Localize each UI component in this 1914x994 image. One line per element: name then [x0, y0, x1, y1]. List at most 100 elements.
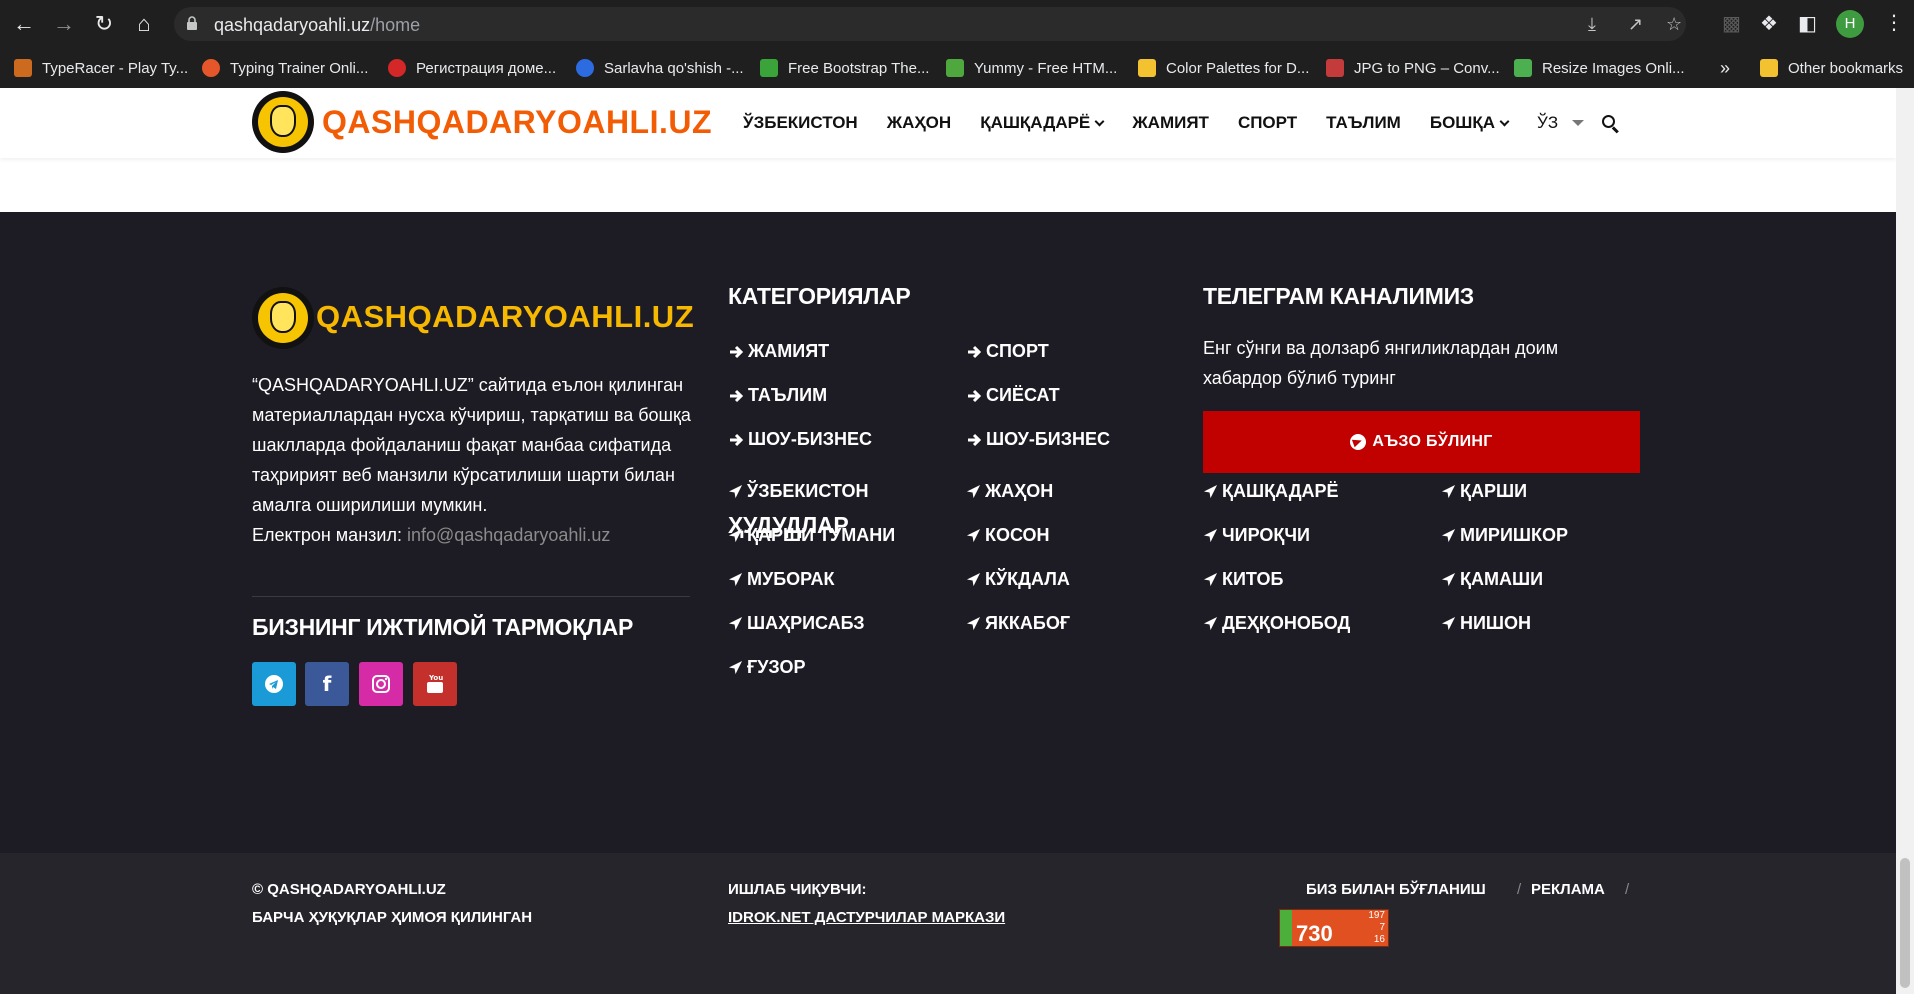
caret-down-icon	[1572, 120, 1585, 126]
join-telegram-button[interactable]: АЪЗО БЎЛИНГ	[1203, 411, 1640, 473]
home-icon[interactable]: ⌂	[130, 10, 158, 38]
region-link[interactable]: ҚАМАШИ	[1441, 569, 1543, 590]
bookmark-item[interactable]: Sarlavha qo'shish -...	[576, 48, 744, 88]
address-bar[interactable]: qashqadaryoahli.uz/home ⤓ ↗ ☆	[174, 7, 1686, 41]
bookmark-item[interactable]: Resize Images Onli...	[1514, 48, 1685, 88]
category-link[interactable]: ЖАМИЯТ	[728, 341, 829, 362]
bookmark-item[interactable]: Регистрация доме...	[388, 48, 556, 88]
footer-email-link[interactable]: info@qashqadaryoahli.uz	[407, 525, 610, 545]
telegram-icon	[265, 675, 283, 693]
side-panel-icon[interactable]: ◧	[1798, 11, 1817, 36]
bookmark-item[interactable]: Color Palettes for D...	[1138, 48, 1309, 88]
footer-lion-logo-icon[interactable]	[252, 287, 314, 349]
region-link[interactable]: ҚАШҚАДАРЁ	[1203, 481, 1339, 502]
region-link[interactable]: КЎКДАЛА	[966, 569, 1070, 590]
install-app-icon[interactable]: ⤓	[1588, 14, 1596, 35]
region-link[interactable]: МИРИШКОР	[1441, 525, 1568, 546]
other-bookmarks[interactable]: Other bookmarks	[1760, 48, 1903, 88]
region-link[interactable]: ЯККАБОҒ	[966, 613, 1070, 634]
contact-link[interactable]: БИЗ БИЛАН БЎҒЛАНИШ	[1306, 881, 1486, 898]
bookmark-star-icon[interactable]: ☆	[1666, 14, 1682, 35]
reload-icon[interactable]: ↻	[90, 10, 118, 38]
bookmark-item[interactable]: TypeRacer - Play Ty...	[14, 48, 188, 88]
bookmark-favicon-icon	[1138, 59, 1156, 77]
chevron-down-icon	[1094, 116, 1105, 126]
region-link[interactable]: ҒУЗОР	[728, 657, 805, 678]
facebook-social-button[interactable]: f	[305, 662, 349, 706]
location-arrow-icon	[1441, 616, 1456, 631]
category-link[interactable]: СИЁСАТ	[966, 385, 1060, 406]
menu-dots-icon[interactable]: ⋮	[1884, 10, 1904, 35]
developer-link[interactable]: IDROK.NET ДАСТУРЧИЛАР МАРКАЗИ	[728, 909, 1005, 926]
nav-item-kashkadarya[interactable]: ҚАШҚАДАРЁ	[980, 113, 1105, 133]
scrollbar-thumb[interactable]	[1900, 858, 1910, 988]
footer-logo-text[interactable]: QASHQADARYOAHLI.UZ	[316, 299, 694, 335]
arrow-right-icon	[968, 389, 982, 402]
category-link[interactable]: ШОУ-БИЗНЕС	[966, 429, 1110, 450]
categories-title: КАТЕГОРИЯЛАР	[728, 283, 911, 309]
site-logo-text[interactable]: QASHQADARYOAHLI.UZ	[322, 104, 712, 141]
developer-label: ИШЛАБ ЧИҚУВЧИ:	[728, 881, 867, 898]
footer-about-text: “QASHQADARYOAHLI.UZ” сайтида еълон қилин…	[252, 375, 691, 545]
forward-icon[interactable]: →	[50, 10, 78, 38]
nav-item-society[interactable]: ЖАМИЯТ	[1132, 113, 1209, 133]
instagram-icon	[372, 675, 390, 693]
bookmark-item[interactable]: Yummy - Free HTM...	[946, 48, 1117, 88]
bookmark-item[interactable]: Typing Trainer Onli...	[202, 48, 368, 88]
region-link[interactable]: НИШОН	[1441, 613, 1531, 634]
category-link[interactable]: ТАЪЛИМ	[728, 385, 827, 406]
location-arrow-icon	[728, 528, 743, 543]
language-select[interactable]: ЎЗ	[1537, 113, 1585, 133]
arrow-right-icon	[968, 345, 982, 358]
region-link[interactable]: МУБОРАК	[728, 569, 835, 590]
url-text: qashqadaryoahli.uz/home	[214, 15, 421, 35]
nav-item-sport[interactable]: СПОРТ	[1238, 113, 1297, 133]
location-arrow-icon	[966, 528, 981, 543]
category-link[interactable]: СПОРТ	[966, 341, 1049, 362]
region-link[interactable]: ЧИРОҚЧИ	[1203, 525, 1310, 546]
region-link[interactable]: ДЕҲҚОНОБОД	[1203, 613, 1350, 634]
location-arrow-icon	[1441, 528, 1456, 543]
profile-avatar[interactable]: H	[1836, 10, 1864, 38]
region-link[interactable]: ҚАРШИ ТУМАНИ	[728, 525, 895, 546]
region-link[interactable]: КИТОБ	[1203, 569, 1283, 590]
location-arrow-icon	[966, 572, 981, 587]
telegram-social-button[interactable]	[252, 662, 296, 706]
footer-divider	[252, 596, 690, 597]
bookmark-favicon-icon	[388, 59, 406, 77]
advertising-link[interactable]: РЕКЛАМА	[1531, 881, 1605, 898]
region-link[interactable]: ШАҲРИСАБЗ	[728, 613, 865, 634]
back-icon[interactable]: ←	[10, 10, 38, 38]
bookmark-item[interactable]: JPG to PNG – Conv...	[1326, 48, 1500, 88]
search-icon[interactable]	[1602, 114, 1619, 133]
separator: /	[1625, 881, 1630, 898]
location-arrow-icon	[728, 572, 743, 587]
region-link[interactable]: ҚАРШИ	[1441, 481, 1527, 502]
page-scrollbar[interactable]	[1896, 88, 1914, 994]
more-bookmarks-button[interactable]: »	[1720, 48, 1730, 88]
bookmark-favicon-icon	[1514, 59, 1532, 77]
nav-item-other[interactable]: БОШҚА	[1430, 113, 1510, 133]
share-icon[interactable]: ↗	[1628, 14, 1643, 35]
arrow-right-icon	[730, 389, 744, 402]
svg-text:You: You	[428, 674, 443, 682]
region-link[interactable]: ЎЗБЕКИСТОН	[728, 481, 868, 502]
bookmark-favicon-icon	[1326, 59, 1344, 77]
main-nav: ЎЗБЕКИСТОН ЖАҲОН ҚАШҚАДАРЁ ЖАМИЯТ СПОРТ …	[743, 88, 1619, 158]
extension-icon[interactable]: ▩	[1722, 11, 1741, 36]
region-link[interactable]: ЖАҲОН	[966, 481, 1053, 502]
nav-item-education[interactable]: ТАЪЛИМ	[1326, 113, 1401, 133]
nav-item-world[interactable]: ЖАҲОН	[887, 113, 951, 133]
bookmark-favicon-icon	[946, 59, 964, 77]
youtube-social-button[interactable]: You	[413, 662, 457, 706]
telegram-title: ТЕЛЕГРАМ КАНАЛИМИЗ	[1203, 283, 1474, 309]
visit-counter-widget[interactable]: 730 197 7 16	[1279, 909, 1389, 947]
nav-item-uzbekistan[interactable]: ЎЗБЕКИСТОН	[743, 113, 858, 133]
bookmark-item[interactable]: Free Bootstrap The...	[760, 48, 929, 88]
counter-bottom-value: 16	[1373, 934, 1385, 945]
region-link[interactable]: КОСОН	[966, 525, 1050, 546]
extensions-puzzle-icon[interactable]: ❖	[1760, 11, 1778, 36]
category-link[interactable]: ШОУ-БИЗНЕС	[728, 429, 872, 450]
lion-logo-icon[interactable]	[252, 91, 314, 153]
instagram-social-button[interactable]	[359, 662, 403, 706]
